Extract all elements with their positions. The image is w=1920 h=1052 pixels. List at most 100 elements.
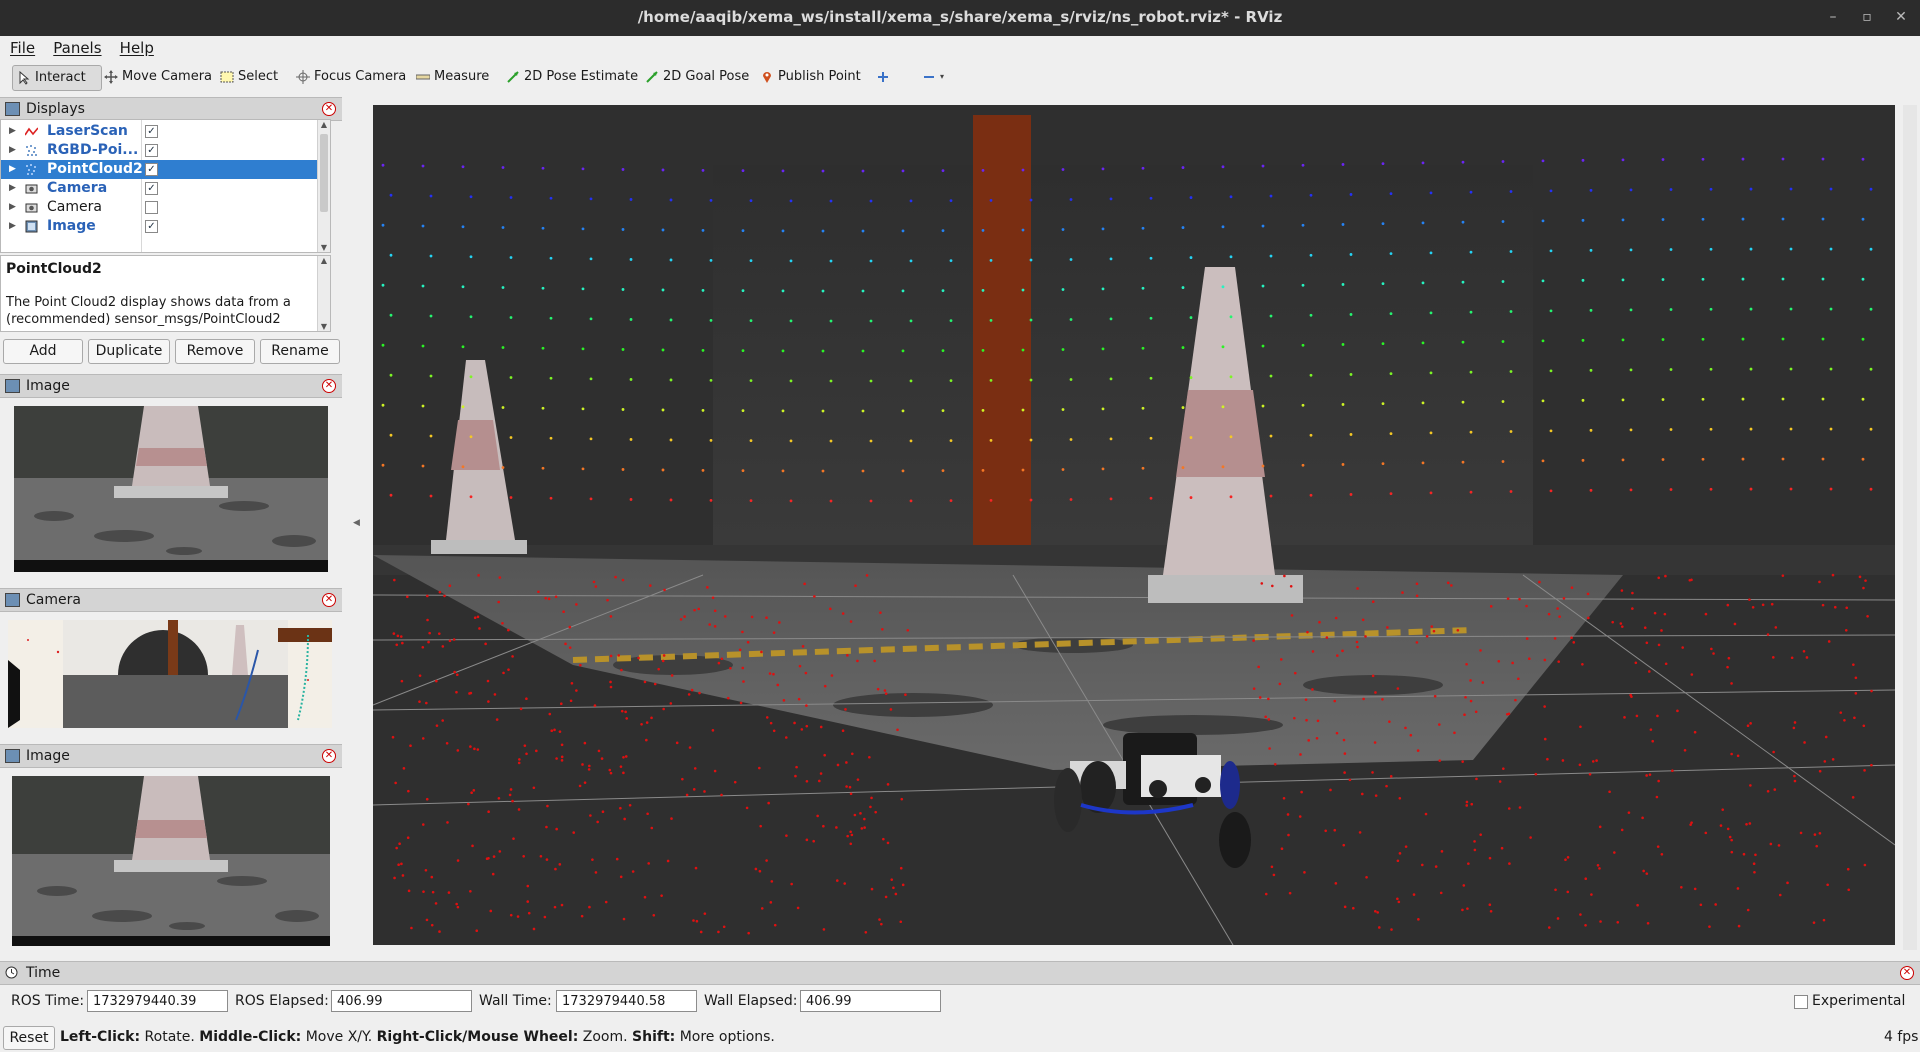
close-panel-icon[interactable]: ✕ <box>1900 966 1914 980</box>
image-view-1 <box>14 406 328 572</box>
render-viewport[interactable] <box>373 105 1895 945</box>
tool-bar: Interact Move Camera Select Focus Camera… <box>0 62 1920 92</box>
enable-checkbox[interactable]: ✓ <box>145 144 158 157</box>
goal-pose-tool-button[interactable]: 2D Goal Pose <box>641 65 753 89</box>
expand-arrow-icon[interactable]: ▶ <box>9 160 16 179</box>
remove-display-button[interactable]: Remove <box>175 339 255 364</box>
move-camera-tool-button[interactable]: Move Camera <box>100 65 216 89</box>
camera-panel-title: Camera <box>26 592 81 608</box>
display-item-rgbd-points[interactable]: ▶ RGBD-Poi... ✓ <box>1 141 330 160</box>
expand-arrow-icon[interactable]: ▶ <box>9 141 16 160</box>
select-tool-button[interactable]: Select <box>216 65 282 89</box>
remove-tool-button[interactable]: ▾ <box>918 65 948 89</box>
menu-file[interactable]: File <box>10 36 35 60</box>
close-panel-icon[interactable]: ✕ <box>322 102 336 116</box>
duplicate-display-button[interactable]: Duplicate <box>88 339 170 364</box>
reset-button[interactable]: Reset <box>3 1026 55 1050</box>
enable-checkbox[interactable]: ✓ <box>145 220 158 233</box>
display-item-pointcloud2[interactable]: ▶ PointCloud2 ✓ <box>1 160 330 179</box>
image-panel-2-title: Image <box>26 748 70 764</box>
description-scrollbar[interactable]: ▲ ▼ <box>317 256 330 331</box>
camera-icon <box>25 184 38 194</box>
enable-checkbox[interactable] <box>145 201 158 214</box>
time-panel-header: Time ✕ <box>0 961 1920 985</box>
cursor-icon <box>19 71 30 85</box>
image-render-1 <box>14 406 328 572</box>
enable-checkbox[interactable]: ✓ <box>145 182 158 195</box>
hint-shift: Shift: <box>632 1029 676 1045</box>
enable-checkbox[interactable]: ✓ <box>145 163 158 176</box>
close-panel-icon[interactable]: ✕ <box>322 593 336 607</box>
scroll-down-icon[interactable]: ▼ <box>318 243 330 252</box>
focus-camera-tool-button[interactable]: Focus Camera <box>292 65 410 89</box>
mouse-hint-text: Left-Click: Rotate. Middle-Click: Move X… <box>60 1027 775 1047</box>
menu-help[interactable]: Help <box>120 36 154 60</box>
wall-elapsed-field[interactable]: 406.99 <box>800 990 941 1012</box>
image-icon <box>25 220 38 233</box>
display-label: Camera <box>47 199 102 215</box>
measure-tool-button[interactable]: Measure <box>412 65 493 89</box>
green-arrow-icon <box>507 71 519 83</box>
hint-middle-text: Move X/Y. <box>301 1029 377 1045</box>
add-tool-button[interactable] <box>872 65 894 89</box>
display-description: PointCloud2 The Point Cloud2 display sho… <box>0 255 331 332</box>
experimental-label: Experimental <box>1812 993 1906 1009</box>
interact-label: Interact <box>35 70 86 85</box>
scroll-down-icon[interactable]: ▼ <box>318 322 330 331</box>
hint-left-click: Left-Click: <box>60 1029 141 1045</box>
display-item-laserscan[interactable]: ▶ LaserScan ✓ <box>1 122 330 141</box>
point-cloud-icon <box>26 164 36 175</box>
hint-middle-click: Middle-Click: <box>199 1029 302 1045</box>
enable-checkbox[interactable]: ✓ <box>145 125 158 138</box>
close-window-button[interactable]: ✕ <box>1884 0 1918 36</box>
display-item-image[interactable]: ▶ Image ✓ <box>1 217 330 236</box>
dropdown-arrow-icon: ▾ <box>940 72 945 81</box>
minimize-button[interactable]: – <box>1816 0 1850 36</box>
ros-time-field[interactable]: 1732979440.39 <box>87 990 228 1012</box>
expand-arrow-icon[interactable]: ▶ <box>9 198 16 217</box>
image-panel-title: Image <box>26 378 70 394</box>
image-icon <box>5 749 20 763</box>
camera-icon <box>5 593 20 607</box>
pose-estimate-label: 2D Pose Estimate <box>524 69 639 84</box>
interact-tool-button[interactable]: Interact <box>12 65 102 91</box>
description-body: The Point Cloud2 display shows data from… <box>6 295 291 327</box>
collapse-left-handle[interactable]: ◀ <box>353 518 363 534</box>
image-icon <box>5 379 20 393</box>
display-label: RGBD-Poi... <box>47 142 139 158</box>
hint-right-text: Zoom. <box>578 1029 633 1045</box>
focus-camera-label: Focus Camera <box>314 69 407 84</box>
display-label: LaserScan <box>47 123 128 139</box>
hint-shift-text: More options. <box>675 1029 775 1045</box>
camera-render <box>8 620 332 728</box>
display-item-camera[interactable]: ▶ Camera ✓ <box>1 179 330 198</box>
scroll-thumb[interactable] <box>320 134 328 212</box>
close-panel-icon[interactable]: ✕ <box>322 749 336 763</box>
displays-scrollbar[interactable]: ▲ ▼ <box>317 120 330 252</box>
crosshair-icon <box>296 70 310 84</box>
rename-display-button[interactable]: Rename <box>260 339 340 364</box>
close-panel-icon[interactable]: ✕ <box>322 379 336 393</box>
displays-tree: ▶ LaserScan ✓ ▶ RGBD-Poi... ✓ ▶ PointClo… <box>0 119 331 253</box>
image-panel-2-header: Image ✕ <box>0 744 342 768</box>
wall-time-field[interactable]: 1732979440.58 <box>556 990 697 1012</box>
scroll-up-icon[interactable]: ▲ <box>318 120 330 129</box>
experimental-checkbox[interactable] <box>1794 995 1808 1009</box>
maximize-button[interactable]: ▫ <box>1850 0 1884 36</box>
ros-elapsed-field[interactable]: 406.99 <box>331 990 472 1012</box>
green-arrow-icon <box>646 71 658 83</box>
pose-estimate-tool-button[interactable]: 2D Pose Estimate <box>502 65 642 89</box>
add-display-button[interactable]: Add <box>3 339 83 364</box>
publish-point-tool-button[interactable]: Publish Point <box>756 65 865 89</box>
expand-arrow-icon[interactable]: ▶ <box>9 122 16 141</box>
wall-time-label: Wall Time: <box>479 993 552 1009</box>
menu-panels[interactable]: Panels <box>53 36 101 60</box>
expand-arrow-icon[interactable]: ▶ <box>9 217 16 236</box>
plus-icon <box>878 72 888 82</box>
fps-indicator: 4 fps <box>1884 1029 1919 1045</box>
expand-arrow-icon[interactable]: ▶ <box>9 179 16 198</box>
scroll-up-icon[interactable]: ▲ <box>318 256 330 265</box>
displays-panel-title: Displays <box>26 101 85 117</box>
clock-icon <box>5 966 18 979</box>
display-item-camera-disabled[interactable]: ▶ Camera <box>1 198 330 217</box>
